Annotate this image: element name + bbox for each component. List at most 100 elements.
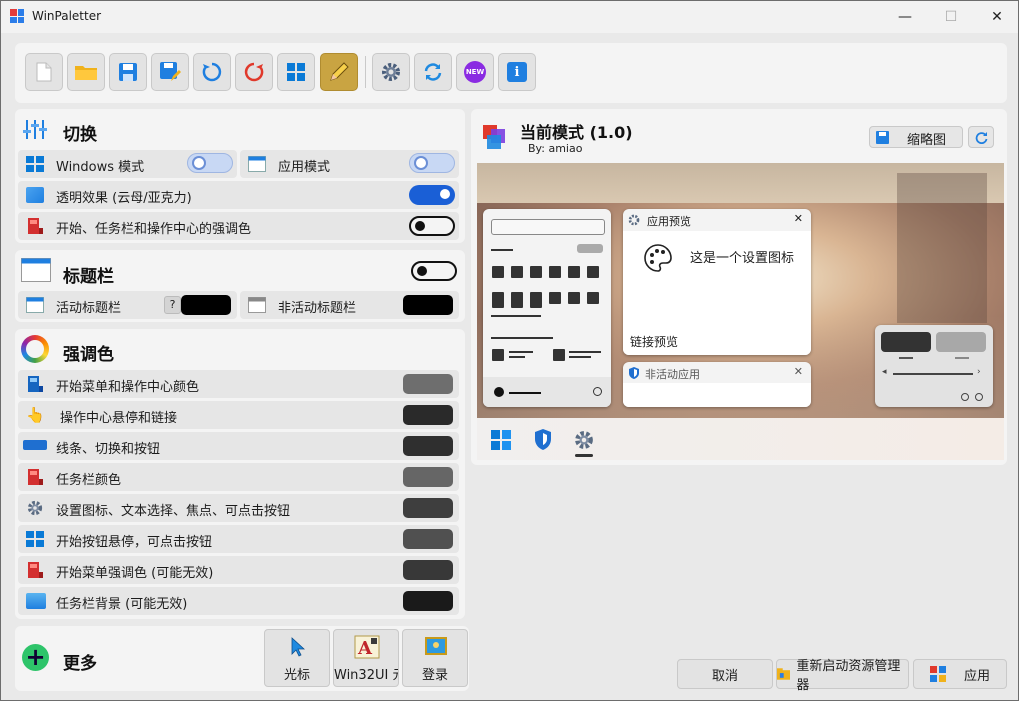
- undo-button[interactable]: [193, 53, 231, 91]
- windows-button[interactable]: [277, 53, 315, 91]
- accent-swatch[interactable]: [403, 405, 453, 425]
- whats-new-button[interactable]: NEW: [456, 53, 494, 91]
- accent-row-settings-icons: 设置图标、文本选择、焦点、可点击按钮: [18, 494, 459, 522]
- maximize-icon: ☐: [944, 9, 958, 25]
- minimize-button[interactable]: —: [882, 1, 928, 33]
- maximize-button[interactable]: ☐: [928, 1, 974, 33]
- toggle-bar-icon: [23, 440, 47, 450]
- refresh-button[interactable]: [968, 126, 994, 148]
- settings-icon-text: 这是一个设置图标: [690, 251, 795, 266]
- save-button[interactable]: [109, 53, 147, 91]
- apply-button[interactable]: 应用: [913, 659, 1007, 689]
- revert-button[interactable]: [235, 53, 273, 91]
- new-file-button[interactable]: [25, 53, 63, 91]
- active-app-indicator: [575, 454, 593, 457]
- plus-icon: +: [22, 644, 49, 671]
- apply-windows-icon: [929, 666, 946, 682]
- help-glyph: ?: [169, 298, 176, 311]
- palette-icon: [644, 244, 672, 272]
- accent-row-label: 线条、切换和按钮: [56, 442, 161, 457]
- login-button-label: 登录: [421, 668, 448, 683]
- shield-icon: [629, 367, 639, 379]
- settings-button[interactable]: [372, 53, 410, 91]
- accent-swatch[interactable]: [403, 467, 453, 487]
- transparency-toggle[interactable]: [409, 185, 455, 205]
- app-mode-row: 应用模式: [240, 150, 459, 178]
- about-button[interactable]: i: [498, 53, 536, 91]
- windows-start-icon: [491, 430, 511, 450]
- taskbar-preview: [477, 418, 1004, 460]
- active-titlebar-label: 活动标题栏: [56, 301, 122, 316]
- inactive-titlebar-swatch[interactable]: [403, 295, 453, 315]
- restart-explorer-label: 重新启动资源管理器: [796, 659, 901, 693]
- sync-button[interactable]: [414, 53, 452, 91]
- wall-decor: [897, 173, 987, 323]
- save-icon: [876, 131, 889, 144]
- win32ui-button[interactable]: A Win32UI 元: [333, 629, 399, 687]
- accent-row-label: 设置图标、文本选择、焦点、可点击按钮: [56, 504, 291, 519]
- shield-icon: [535, 429, 551, 450]
- restart-explorer-button[interactable]: 重新启动资源管理器: [776, 659, 909, 693]
- cursor-icon: [291, 637, 305, 657]
- toggle-knob: [194, 158, 204, 168]
- sync-icon: [424, 63, 442, 81]
- win32ui-button-label: Win32UI 元: [334, 668, 398, 683]
- gear-icon: [27, 500, 43, 516]
- cancel-button[interactable]: 取消: [677, 659, 773, 689]
- inactive-app-title: 非活动应用: [645, 368, 700, 381]
- open-folder-icon: [75, 66, 97, 80]
- accent-swatch[interactable]: [403, 591, 453, 611]
- svg-text:A: A: [357, 638, 373, 659]
- login-screen-icon: [425, 637, 447, 655]
- help-button[interactable]: ?: [164, 296, 181, 314]
- app-mode-toggle[interactable]: [409, 153, 455, 173]
- windows-mode-label: Windows 模式: [56, 160, 145, 175]
- pointing-hand-icon: 👆: [26, 406, 45, 424]
- edit-icon: [330, 62, 349, 81]
- edit-button[interactable]: [320, 53, 358, 91]
- titlebar-section-title: 标题栏: [63, 267, 114, 287]
- undo-icon: [202, 62, 222, 82]
- start-menu-icon: [28, 562, 43, 578]
- plus-glyph: +: [25, 643, 46, 671]
- new-file-icon: [36, 62, 52, 82]
- switch-section-title: 切换: [63, 125, 97, 145]
- accent-swatch[interactable]: [403, 498, 453, 518]
- close-icon: ✕: [793, 212, 803, 225]
- accent-row-taskbar: 任务栏颜色: [18, 463, 459, 491]
- accent-row-start-hover: 开始按钮悬停，可点击按钮: [18, 525, 459, 553]
- palette-logo-icon: [483, 125, 505, 149]
- open-button[interactable]: [67, 53, 105, 91]
- save-icon: [119, 63, 137, 81]
- toggle-knob: [415, 221, 425, 231]
- accent-row-label: 任务栏背景 (可能无效): [56, 597, 188, 612]
- settings-icon: [382, 63, 400, 81]
- login-button[interactable]: 登录: [402, 629, 468, 687]
- accent-swatch[interactable]: [403, 374, 453, 394]
- start-menu-preview: [483, 209, 611, 407]
- sliders-icon: [23, 120, 47, 139]
- accent-swatch[interactable]: [403, 436, 453, 456]
- toggle-knob: [417, 266, 427, 276]
- new-badge-icon: NEW: [464, 61, 486, 83]
- thumbnail-button[interactable]: 缩略图: [869, 126, 963, 148]
- cursor-button[interactable]: 光标: [264, 629, 330, 687]
- inactive-titlebar-row: 非活动标题栏: [240, 291, 459, 319]
- close-icon: ✕: [991, 9, 1003, 25]
- accent-row-label: 开始菜单和操作中心颜色: [56, 380, 200, 395]
- link-preview-text[interactable]: 链接预览: [630, 333, 678, 350]
- win32-font-icon: A: [354, 635, 380, 659]
- refresh-icon: [975, 132, 988, 144]
- accent-row-label: 开始菜单强调色 (可能无效): [56, 566, 214, 581]
- close-button[interactable]: ✕: [974, 1, 1018, 33]
- transparency-label: 透明效果 (云母/亚克力): [56, 191, 192, 206]
- active-titlebar-swatch[interactable]: [181, 295, 231, 315]
- accent-swatch[interactable]: [403, 529, 453, 549]
- accent-on-start-toggle[interactable]: [409, 216, 455, 236]
- save-as-button[interactable]: [151, 53, 189, 91]
- accent-swatch[interactable]: [403, 560, 453, 580]
- cursor-button-label: 光标: [283, 668, 310, 683]
- cancel-label: 取消: [711, 668, 738, 684]
- titlebar-toggle[interactable]: [411, 261, 457, 281]
- windows-mode-toggle[interactable]: [187, 153, 233, 173]
